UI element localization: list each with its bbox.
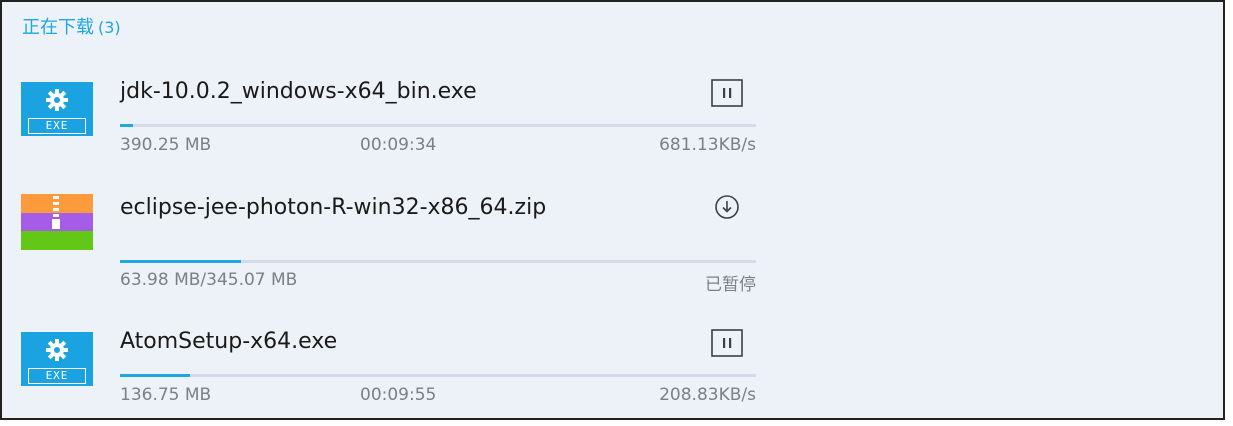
paused-status: 已暂停 [705, 275, 756, 295]
pause-button[interactable] [710, 326, 744, 360]
pause-button[interactable] [710, 76, 744, 110]
zip-file-icon [21, 194, 93, 250]
file-size: 63.98 MB/345.07 MB [120, 270, 298, 290]
exe-file-icon: EXE [21, 82, 93, 136]
pause-icon [711, 329, 743, 357]
file-name[interactable]: AtomSetup-x64.exe [120, 326, 650, 358]
download-count: (3) [98, 18, 121, 37]
exe-label: EXE [28, 368, 86, 384]
progress-fill [120, 124, 133, 127]
section-header: 正在下载 (3) [22, 13, 121, 39]
resume-button[interactable] [710, 190, 744, 224]
exe-label: EXE [28, 118, 86, 134]
progress-fill [120, 374, 190, 377]
pause-icon [711, 79, 743, 107]
file-size: 390.25 MB [120, 135, 212, 155]
progress-bar [120, 260, 756, 263]
section-title: 正在下载 [22, 17, 94, 38]
download-speed: 208.83KB/s [659, 385, 756, 405]
time-remaining: 00:09:55 [360, 385, 437, 405]
exe-file-icon: EXE [21, 332, 93, 386]
download-speed: 681.13KB/s [659, 135, 756, 155]
download-resume-icon [715, 195, 739, 219]
gear-icon [21, 335, 93, 365]
file-name[interactable]: eclipse-jee-photon-R-win32-x86_64.zip [120, 192, 625, 224]
download-panel: 正在下载 (3) EXE jdk-10.0.2_windows-x64_bin.… [0, 0, 1225, 420]
time-remaining: 00:09:34 [360, 135, 437, 155]
file-name[interactable]: jdk-10.0.2_windows-x64_bin.exe [120, 76, 650, 108]
file-size: 136.75 MB [120, 385, 212, 405]
gear-icon [21, 85, 93, 115]
progress-bar [120, 374, 756, 377]
progress-fill [120, 260, 241, 263]
progress-bar [120, 124, 756, 127]
